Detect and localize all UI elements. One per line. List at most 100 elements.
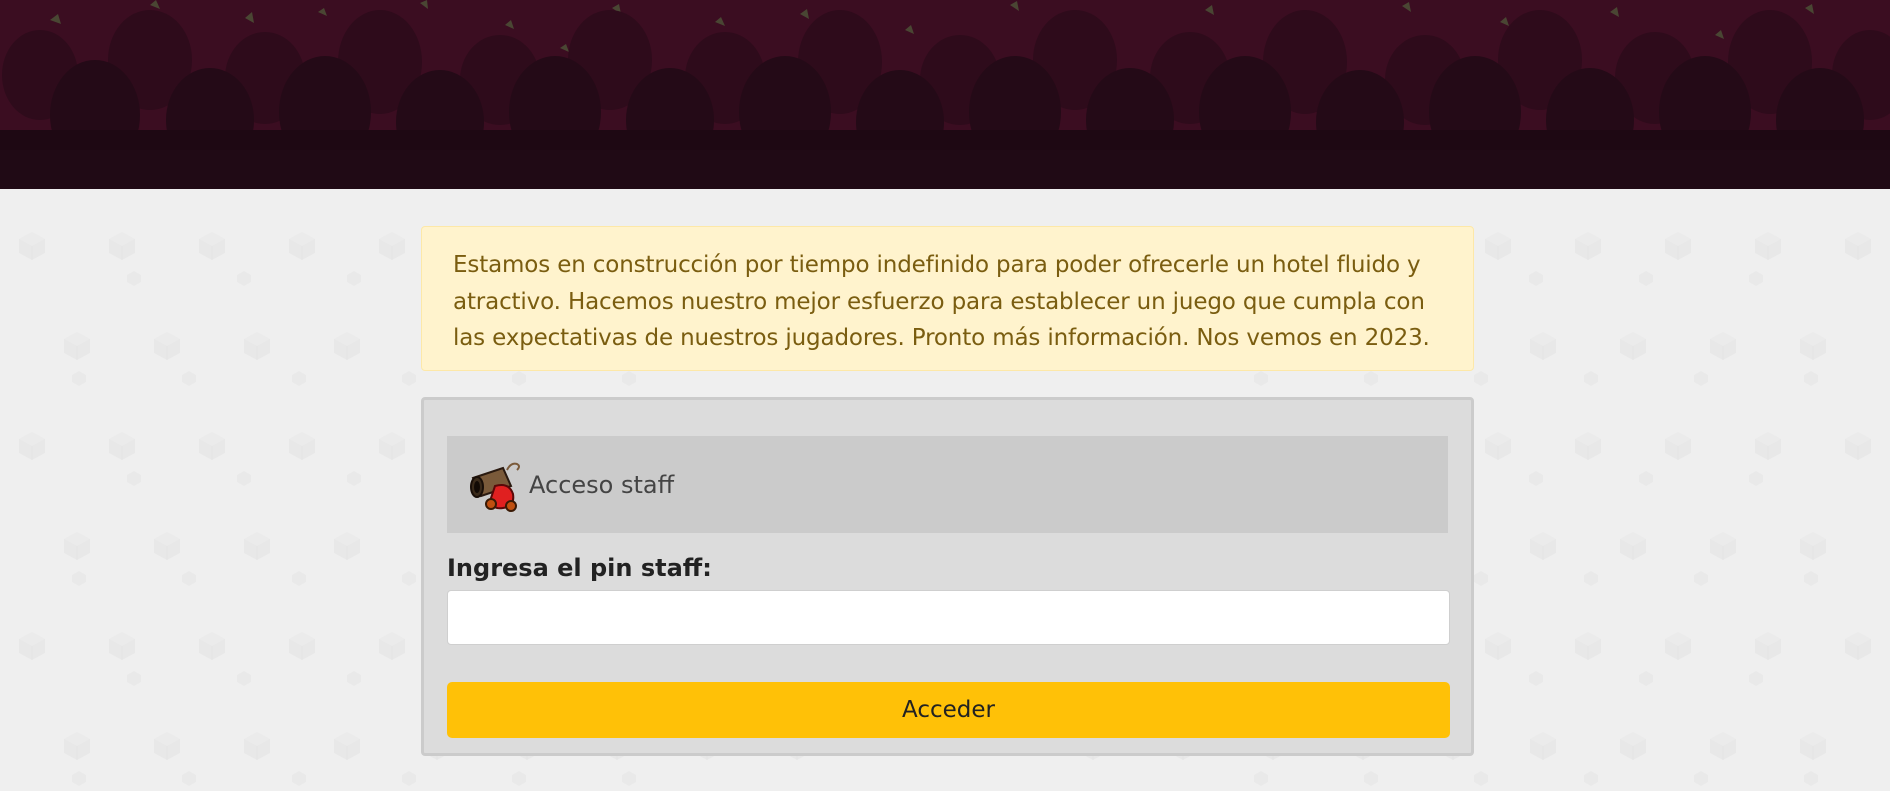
construction-notice: Estamos en construcción por tiempo indef… (421, 226, 1474, 371)
background-cube-icon (400, 369, 418, 387)
background-cube-icon (1796, 329, 1830, 363)
background-cube-icon (1527, 469, 1545, 487)
background-cube-icon (150, 729, 184, 763)
background-cube-icon (1481, 229, 1515, 263)
background-cube-icon (285, 229, 319, 263)
background-cube-icon (1706, 729, 1740, 763)
background-cube-icon (180, 569, 198, 587)
background-cube-icon (1802, 569, 1820, 587)
background-cube-icon (150, 529, 184, 563)
background-cube-icon (330, 529, 364, 563)
background-cube-icon (1571, 229, 1605, 263)
background-cube-icon (1527, 669, 1545, 687)
background-cube-icon (510, 769, 528, 787)
background-cube-icon (1571, 629, 1605, 663)
background-cube-icon (1616, 529, 1650, 563)
background-cube-icon (1527, 269, 1545, 287)
background-cube-icon (1751, 229, 1785, 263)
background-cube-icon (15, 229, 49, 263)
cannon-icon (467, 456, 525, 514)
submit-button[interactable]: Acceder (447, 682, 1450, 738)
background-cube-icon (1802, 769, 1820, 787)
background-cube-icon (1706, 329, 1740, 363)
background-cube-icon (400, 769, 418, 787)
background-cube-icon (345, 269, 363, 287)
background-cube-icon (195, 629, 229, 663)
background-cube-icon (240, 529, 274, 563)
pin-input[interactable] (447, 590, 1450, 645)
background-cube-icon (1637, 269, 1655, 287)
background-cube-icon (290, 769, 308, 787)
background-cube-icon (1796, 729, 1830, 763)
header-banner (0, 0, 1890, 189)
background-cube-icon (235, 269, 253, 287)
background-cube-icon (240, 329, 274, 363)
background-cube-icon (1747, 669, 1765, 687)
background-cube-icon (60, 529, 94, 563)
background-cube-icon (1526, 529, 1560, 563)
background-cube-icon (345, 469, 363, 487)
background-cube-icon (330, 729, 364, 763)
background-cube-icon (1472, 369, 1490, 387)
background-cube-icon (235, 669, 253, 687)
notice-text: Estamos en construcción por tiempo indef… (453, 252, 1430, 351)
background-cube-icon (1472, 569, 1490, 587)
background-cube-icon (285, 629, 319, 663)
background-cube-icon (70, 569, 88, 587)
main-content: Estamos en construcción por tiempo indef… (421, 226, 1474, 756)
background-cube-icon (1582, 369, 1600, 387)
background-cube-icon (1751, 429, 1785, 463)
background-cube-icon (60, 329, 94, 363)
pin-label: Ingresa el pin staff: (447, 554, 712, 582)
background-cube-icon (125, 269, 143, 287)
background-cube-icon (345, 669, 363, 687)
background-cube-icon (1571, 429, 1605, 463)
background-cube-icon (1526, 329, 1560, 363)
background-cube-icon (400, 569, 418, 587)
background-cube-icon (105, 629, 139, 663)
background-cube-icon (1747, 469, 1765, 487)
background-cube-icon (195, 229, 229, 263)
background-cube-icon (1582, 569, 1600, 587)
background-cube-icon (375, 229, 409, 263)
background-cube-icon (1661, 429, 1695, 463)
staff-login-panel: Acceso staff Ingresa el pin staff: Acced… (421, 397, 1474, 756)
background-cube-icon (1661, 229, 1695, 263)
background-cube-icon (60, 729, 94, 763)
background-cube-icon (195, 429, 229, 463)
background-cube-icon (1526, 729, 1560, 763)
background-cube-icon (70, 369, 88, 387)
background-cube-icon (125, 669, 143, 687)
background-cube-icon (1751, 629, 1785, 663)
background-cube-icon (1582, 769, 1600, 787)
panel-title: Acceso staff (529, 470, 675, 499)
background-cube-icon (1472, 769, 1490, 787)
background-cube-icon (125, 469, 143, 487)
background-cube-icon (105, 429, 139, 463)
background-cube-icon (1661, 629, 1695, 663)
background-cube-icon (1252, 769, 1270, 787)
background-cube-icon (330, 329, 364, 363)
background-cube-icon (375, 429, 409, 463)
background-cube-icon (105, 229, 139, 263)
background-cube-icon (1841, 229, 1875, 263)
background-cube-icon (620, 769, 638, 787)
background-cube-icon (1481, 429, 1515, 463)
background-cube-icon (290, 369, 308, 387)
background-cube-icon (1637, 669, 1655, 687)
background-cube-icon (1802, 369, 1820, 387)
panel-header: Acceso staff (447, 436, 1448, 533)
background-cube-icon (285, 429, 319, 463)
background-cube-icon (1796, 529, 1830, 563)
background-cube-icon (15, 429, 49, 463)
background-cube-icon (1692, 569, 1710, 587)
background-cube-icon (240, 729, 274, 763)
background-cube-icon (150, 329, 184, 363)
background-cube-icon (1481, 629, 1515, 663)
background-cube-icon (375, 629, 409, 663)
background-cube-icon (1841, 429, 1875, 463)
background-cube-icon (1747, 269, 1765, 287)
background-cube-icon (180, 369, 198, 387)
background-cube-icon (15, 629, 49, 663)
crowd-silhouette-image (0, 0, 1890, 189)
